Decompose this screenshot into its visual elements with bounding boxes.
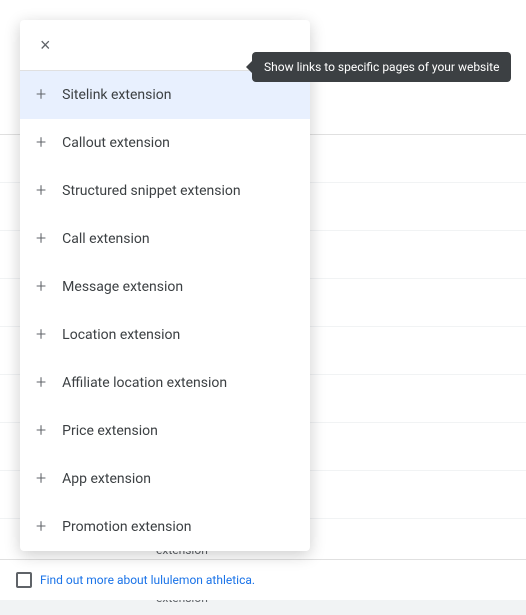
plus-icon: + — [36, 422, 46, 440]
plus-icon: + — [36, 86, 46, 104]
menu-item-label: Call extension — [62, 231, 149, 247]
plus-icon: + — [36, 230, 46, 248]
menu-item-label: Callout extension — [62, 135, 170, 151]
menu-item-price[interactable]: + Price extension — [20, 407, 310, 455]
menu-list: + Sitelink extension + Callout extension + St… — [20, 71, 310, 551]
menu-item-app[interactable]: + App extension — [20, 455, 310, 503]
plus-icon: + — [36, 134, 46, 152]
bottom-bar-content: Find out more about lululemon athletica. — [16, 572, 510, 588]
menu-item-label: Structured snippet extension — [62, 183, 240, 199]
plus-icon: + — [36, 374, 46, 392]
menu-item-label: Message extension — [62, 279, 183, 295]
menu-item-call[interactable]: + Call extension — [20, 215, 310, 263]
menu-item-label: App extension — [62, 471, 151, 487]
bottom-bar-text: Find out more about lululemon athletica. — [40, 573, 255, 587]
menu-item-promotion[interactable]: + Promotion extension — [20, 503, 310, 551]
dropdown-panel: × +Sitelink extension+Callout extension+… — [20, 20, 310, 551]
dropdown-header: × — [20, 20, 310, 71]
menu-item-location[interactable]: + Location extension — [20, 311, 310, 359]
close-icon: × — [40, 36, 51, 54]
menu-item-label: Price extension — [62, 423, 158, 439]
plus-icon: + — [36, 182, 46, 200]
menu-item-label: Location extension — [62, 327, 180, 343]
menu-item-label: Sitelink extension — [62, 87, 171, 103]
plus-icon: + — [36, 518, 46, 536]
plus-icon: + — [36, 470, 46, 488]
close-button[interactable]: × — [36, 32, 55, 58]
bottom-bar: Find out more about lululemon athletica. — [0, 559, 526, 600]
plus-icon: + — [36, 278, 46, 296]
menu-item-message[interactable]: + Message extension — [20, 263, 310, 311]
menu-item-affiliate-location[interactable]: + Affiliate location extension — [20, 359, 310, 407]
menu-item-label: Promotion extension — [62, 519, 191, 535]
menu-item-structured-snippet[interactable]: + Structured snippet extension — [20, 167, 310, 215]
menu-item-callout[interactable]: + Callout extension — [20, 119, 310, 167]
plus-icon: + — [36, 326, 46, 344]
checkbox[interactable] — [16, 572, 32, 588]
menu-item-label: Affiliate location extension — [62, 375, 227, 391]
menu-item-sitelink[interactable]: + Sitelink extension — [20, 71, 310, 119]
